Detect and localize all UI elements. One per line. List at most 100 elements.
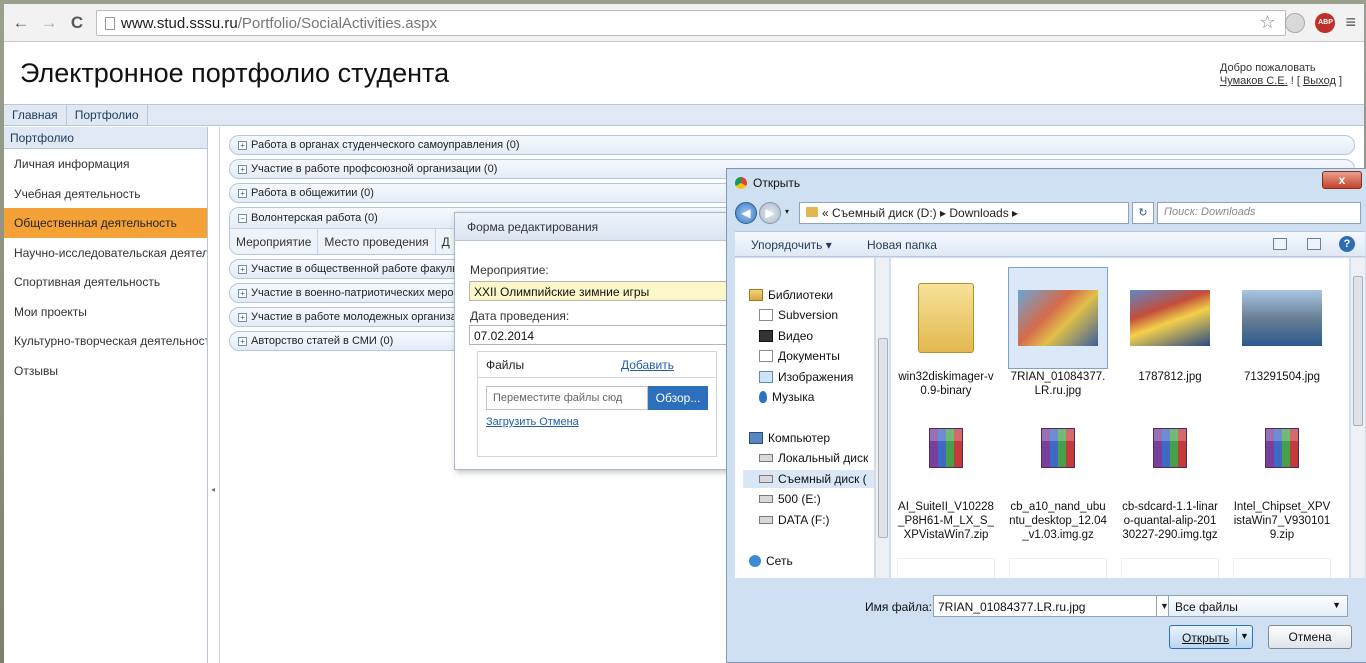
reload-icon[interactable]: C bbox=[66, 12, 88, 34]
file-item-selected[interactable]: 7RIAN_01084377.LR.ru.jpg bbox=[1008, 267, 1108, 398]
event-input[interactable]: XXII Олимпийские зимние игры bbox=[469, 281, 737, 301]
file-item-partial[interactable] bbox=[1121, 558, 1219, 578]
bookmark-star-icon[interactable]: ☆ bbox=[1259, 12, 1275, 33]
expand-icon[interactable]: + bbox=[238, 140, 247, 150]
files-scrollbar[interactable] bbox=[1351, 258, 1365, 578]
archive-icon bbox=[1265, 428, 1299, 468]
col-event[interactable]: Мероприятие bbox=[230, 229, 319, 254]
nav-e-drive[interactable]: 500 (E:) bbox=[759, 492, 821, 506]
nav-removable-disk[interactable]: Съемный диск ( bbox=[743, 470, 874, 488]
help-icon[interactable]: ? bbox=[1339, 236, 1355, 252]
sidebar-item-sport[interactable]: Спортивная деятельность bbox=[4, 267, 207, 297]
chevron-down-icon: ▼ bbox=[1332, 600, 1341, 610]
documents-icon bbox=[759, 350, 773, 362]
browse-button[interactable]: Обзор... bbox=[648, 386, 708, 410]
expand-icon[interactable]: + bbox=[238, 264, 247, 274]
file-item[interactable]: win32diskimager-v0.9-binary bbox=[897, 268, 995, 398]
edit-form-title[interactable]: Форма редактирования bbox=[455, 213, 735, 241]
menu-icon[interactable]: ≡ bbox=[1345, 12, 1356, 33]
nav-home[interactable]: Главная bbox=[4, 105, 67, 125]
sidebar-item-reviews[interactable]: Отзывы bbox=[4, 356, 207, 386]
dialog-address-bar[interactable]: « Съемный диск (D:) ▸ Downloads ▸ bbox=[799, 202, 1129, 224]
view-mode-icon[interactable] bbox=[1273, 238, 1287, 250]
nav-scrollbar[interactable] bbox=[875, 258, 889, 578]
nav-network[interactable]: Сеть bbox=[749, 554, 793, 568]
sidebar-item-social[interactable]: Общественная деятельность bbox=[4, 208, 207, 238]
close-button[interactable]: x bbox=[1322, 171, 1362, 189]
toolbar-actions: ☆ ABP ≡ bbox=[1259, 12, 1356, 33]
file-item[interactable]: 1787812.jpg bbox=[1121, 268, 1219, 384]
col-place[interactable]: Место проведения bbox=[318, 229, 436, 254]
file-drop-input[interactable]: Переместите файлы сюд bbox=[486, 386, 648, 410]
history-dropdown-icon[interactable]: ▾ bbox=[785, 207, 789, 216]
dialog-address-row: ◀ ▶ ▾ « Съемный диск (D:) ▸ Downloads ▸ … bbox=[735, 199, 1365, 227]
logout-link[interactable]: Выход bbox=[1303, 75, 1336, 87]
nav-documents[interactable]: Документы bbox=[759, 349, 840, 363]
nav-computer[interactable]: Компьютер bbox=[749, 431, 830, 445]
open-button[interactable]: Открыть ▼ bbox=[1169, 625, 1253, 649]
dialog-title-bar[interactable]: Открыть x bbox=[727, 169, 1366, 197]
file-item[interactable]: cb-sdcard-1.1-linaro-quantal-alip-201302… bbox=[1121, 398, 1219, 542]
file-item-partial[interactable] bbox=[1009, 558, 1107, 578]
refresh-icon[interactable]: ↻ bbox=[1132, 202, 1154, 224]
expand-icon[interactable]: + bbox=[238, 288, 247, 298]
sidebar-header[interactable]: Портфолио bbox=[4, 127, 207, 149]
expand-icon[interactable]: + bbox=[238, 164, 247, 174]
nav-label: Видео bbox=[778, 329, 814, 343]
file-item-partial[interactable] bbox=[1233, 558, 1331, 578]
nav-local-disk[interactable]: Локальный диск bbox=[759, 451, 868, 465]
back-icon[interactable]: ◀ bbox=[735, 202, 757, 224]
add-file-link[interactable]: Добавить bbox=[621, 358, 674, 377]
nav-images[interactable]: Изображения bbox=[759, 370, 853, 384]
expand-icon[interactable]: + bbox=[238, 188, 247, 198]
thumbnail bbox=[1233, 398, 1331, 498]
panel-splitter[interactable]: ◂ bbox=[210, 127, 220, 663]
photo-thumbnail bbox=[1130, 290, 1210, 346]
nav-subversion[interactable]: Subversion bbox=[759, 308, 838, 322]
filetype-select[interactable]: Все файлы ▼ bbox=[1168, 595, 1348, 617]
url-path: /Portfolio/SocialActivities.aspx bbox=[237, 14, 437, 32]
date-input[interactable]: 07.02.2014 bbox=[469, 325, 737, 345]
nav-music[interactable]: Музыка bbox=[759, 390, 814, 404]
welcome-block: Добро пожаловать Чумаков С.Е. ! [ Выход … bbox=[1220, 62, 1342, 88]
collapse-arrow-icon[interactable]: ◂ bbox=[211, 485, 215, 494]
file-item[interactable]: 713291504.jpg bbox=[1233, 268, 1331, 384]
cancel-button[interactable]: Отмена bbox=[1268, 625, 1352, 649]
cancel-upload-link[interactable]: Отмена bbox=[539, 416, 578, 428]
sidebar-item-projects[interactable]: Мои проекты bbox=[4, 297, 207, 327]
sidebar: Портфолио Личная информация Учебная деят… bbox=[4, 127, 208, 663]
forward-icon[interactable]: → bbox=[38, 12, 60, 34]
extension-icon[interactable] bbox=[1285, 12, 1306, 33]
collapse-icon[interactable]: − bbox=[238, 213, 247, 223]
nav-scrollbar-thumb[interactable] bbox=[878, 338, 888, 538]
chevron-down-icon[interactable]: ▼ bbox=[1240, 631, 1249, 641]
sidebar-item-study[interactable]: Учебная деятельность bbox=[4, 179, 207, 209]
section-student-government[interactable]: + Работа в органах студенческого самоупра… bbox=[229, 135, 1355, 155]
filename-input[interactable]: 7RIAN_01084377.LR.ru.jpg bbox=[933, 595, 1157, 617]
dialog-search-input[interactable]: Поиск: Downloads bbox=[1157, 202, 1361, 224]
nav-video[interactable]: Видео bbox=[759, 329, 813, 343]
address-bar[interactable]: www.stud.sssu.ru/Portfolio/SocialActivit… bbox=[96, 10, 1286, 36]
expand-icon[interactable]: + bbox=[238, 312, 247, 322]
sidebar-item-personal[interactable]: Личная информация bbox=[4, 149, 207, 179]
nav-portfolio[interactable]: Портфолио bbox=[67, 105, 148, 125]
upload-link[interactable]: Загрузить bbox=[486, 416, 536, 428]
file-item[interactable]: AI_SuiteII_V10228_P8H61-M_LX_S_XPVistaWi… bbox=[897, 398, 995, 542]
back-icon[interactable]: ← bbox=[10, 12, 32, 34]
user-link[interactable]: Чумаков С.Е. bbox=[1220, 75, 1288, 87]
file-item-partial[interactable] bbox=[897, 558, 995, 578]
file-item[interactable]: Intel_Chipset_XPVistaWin7_V9301019.zip bbox=[1233, 398, 1331, 542]
sidebar-item-research[interactable]: Научно-исследовательская деятельность bbox=[4, 238, 207, 268]
nav-f-drive[interactable]: DATA (F:) bbox=[759, 513, 830, 527]
file-item[interactable]: cb_a10_nand_ubuntu_desktop_12.04_v1.03.i… bbox=[1009, 398, 1107, 542]
sidebar-item-culture[interactable]: Культурно-творческая деятельность bbox=[4, 326, 207, 356]
expand-icon[interactable]: + bbox=[238, 336, 247, 346]
organize-menu[interactable]: Упорядочить ▾ bbox=[751, 238, 832, 252]
preview-pane-icon[interactable] bbox=[1307, 238, 1321, 250]
new-folder-button[interactable]: Новая папка bbox=[867, 238, 937, 252]
adblock-icon[interactable]: ABP bbox=[1315, 12, 1336, 33]
computer-icon bbox=[749, 432, 763, 444]
files-scrollbar-thumb[interactable] bbox=[1353, 276, 1363, 426]
nav-libraries[interactable]: Библиотеки bbox=[749, 288, 833, 302]
forward-icon[interactable]: ▶ bbox=[759, 202, 781, 224]
